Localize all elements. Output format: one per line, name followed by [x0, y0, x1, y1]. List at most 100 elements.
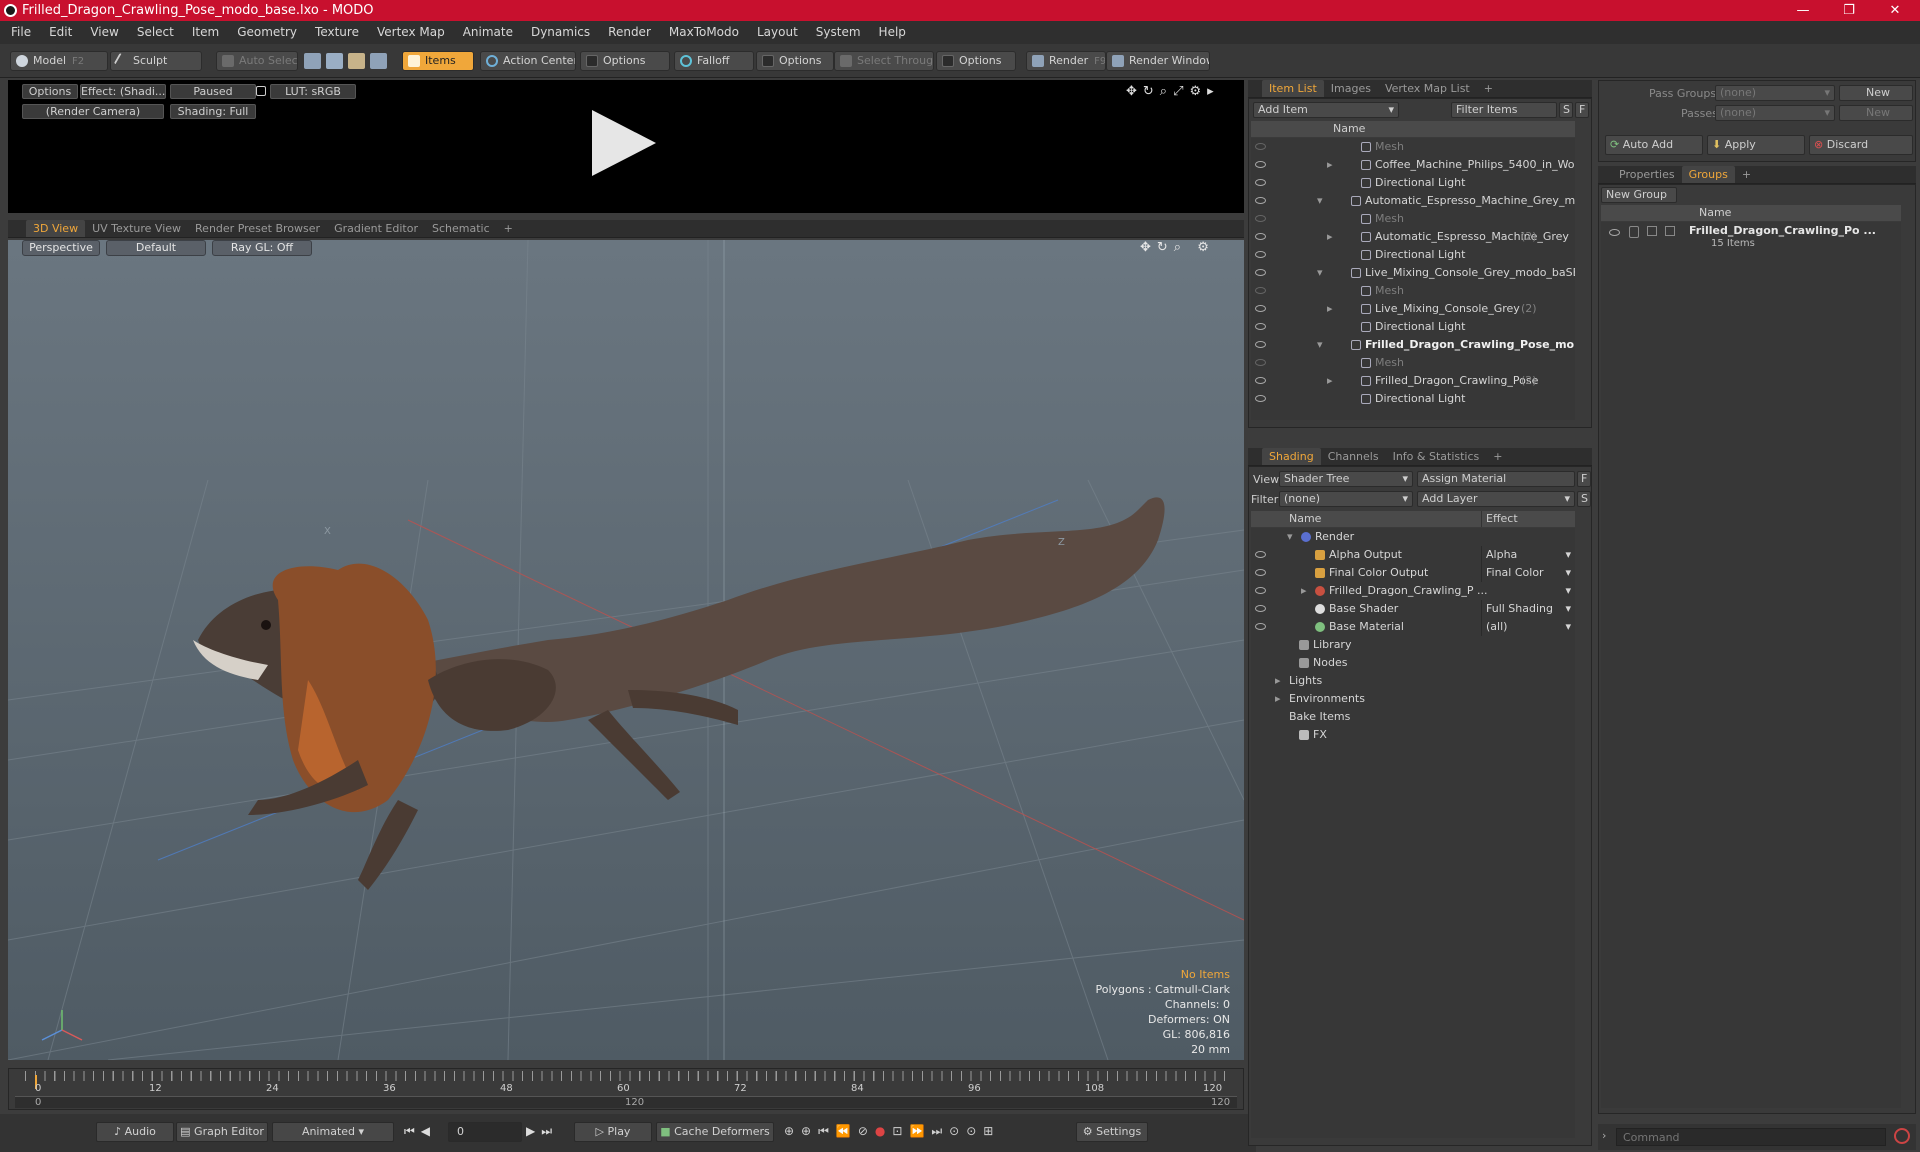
collapse-arrow-icon[interactable]: ▸ [1327, 156, 1333, 174]
expand-arrow-icon[interactable]: ▾ [1317, 264, 1323, 282]
tree-arrow-icon[interactable]: ▾ [1287, 528, 1293, 546]
tab-images[interactable]: Images [1324, 80, 1378, 97]
eye-icon[interactable] [1255, 341, 1266, 348]
material-select-icon[interactable] [370, 53, 387, 69]
pass-groups-dropdown[interactable]: (none) ▾ [1715, 85, 1835, 101]
item-list-row[interactable]: ▸ Automatic_Espresso_Machine_Grey (2) [1251, 228, 1575, 246]
eye-icon[interactable] [1255, 143, 1266, 150]
tab-uv-texture-view[interactable]: UV Texture View [85, 220, 188, 237]
eye-icon[interactable] [1255, 215, 1266, 222]
tab-item-list[interactable]: Item List [1262, 80, 1324, 97]
item-list-row[interactable]: Mesh [1251, 282, 1575, 300]
tree-arrow-icon[interactable]: ▸ [1275, 672, 1281, 690]
eye-icon[interactable] [1255, 395, 1266, 402]
command-input[interactable] [1616, 1128, 1886, 1146]
tab-vertex-map-list[interactable]: Vertex Map List [1378, 80, 1477, 97]
eye-icon[interactable] [1255, 305, 1266, 312]
play-button[interactable]: ▷ Play [574, 1122, 652, 1142]
auto-select-button[interactable]: Auto Select [216, 51, 298, 71]
viewport-nav-icons[interactable]: ✥↻⌕ ⚙ [1140, 240, 1215, 255]
add-tab-button[interactable]: + [1486, 448, 1509, 465]
menu-geometry[interactable]: Geometry [228, 21, 306, 44]
render-button[interactable]: Render F9 [1026, 51, 1106, 71]
shader-tree-row[interactable]: Base Shader Full Shading ▾ [1251, 600, 1575, 618]
timeline[interactable]: 0 12 24 36 48 60 72 84 96 108 120 0 120 … [8, 1068, 1244, 1110]
model-mode-button[interactable]: Model F2 [10, 51, 108, 71]
view-dropdown[interactable]: Shader Tree ▾ [1279, 471, 1413, 487]
sculpt-mode-button[interactable]: Sculpt [110, 51, 202, 71]
eye-icon[interactable] [1255, 251, 1266, 258]
shader-tree-row[interactable]: Nodes [1251, 654, 1575, 672]
cache-deformers-button[interactable]: ■ Cache Deformers [656, 1122, 774, 1142]
shader-tree-row[interactable]: Bake Items [1251, 708, 1575, 726]
add-tab-button[interactable]: + [497, 220, 520, 237]
menu-render[interactable]: Render [599, 21, 660, 44]
animated-dropdown[interactable]: Animated ▾ [272, 1122, 394, 1142]
paused-button[interactable]: Paused [170, 84, 256, 99]
item-list-row[interactable]: Mesh [1251, 210, 1575, 228]
apply-button[interactable]: ⬇ Apply [1707, 135, 1805, 155]
item-list-row[interactable]: Mesh [1251, 138, 1575, 156]
options-button-1[interactable]: Options [580, 51, 670, 71]
camera-dropdown[interactable]: (Render Camera) [22, 104, 164, 119]
eye-icon[interactable] [1255, 179, 1266, 186]
tree-arrow-icon[interactable]: ▸ [1301, 582, 1307, 600]
raygl-toggle[interactable]: Ray GL: Off [212, 240, 312, 256]
menu-file[interactable]: File [2, 21, 40, 44]
shader-tree-row[interactable]: Base Material (all) ▾ [1251, 618, 1575, 636]
item-list-row[interactable]: Directional Light [1251, 318, 1575, 336]
preview-options-button[interactable]: Options [22, 84, 78, 99]
menu-dynamics[interactable]: Dynamics [522, 21, 599, 44]
item-list-row[interactable]: Directional Light [1251, 390, 1575, 408]
eye-icon[interactable] [1255, 233, 1266, 240]
skip-forward-icons[interactable]: ▶⏭ [526, 1124, 558, 1139]
tab-groups[interactable]: Groups [1681, 166, 1735, 183]
shader-tree-row[interactable]: FX [1251, 726, 1575, 744]
eye-icon[interactable] [1255, 161, 1266, 168]
effect-dropdown[interactable]: (all) ▾ [1481, 618, 1575, 636]
menu-view[interactable]: View [81, 21, 127, 44]
preview-nav-icons[interactable]: ✥↻⌕⤢⚙▸ [1126, 84, 1220, 99]
menu-animate[interactable]: Animate [454, 21, 522, 44]
tree-arrow-icon[interactable]: ▸ [1275, 690, 1281, 708]
group-row[interactable]: Frilled_Dragon_Crawling_Po ... 15 Items [1601, 222, 1901, 252]
menu-edit[interactable]: Edit [40, 21, 81, 44]
shader-tree-row[interactable]: ▾ Render [1251, 528, 1575, 546]
select-through-button[interactable]: Select Through [834, 51, 934, 71]
items-mode-button[interactable]: Items [402, 51, 474, 71]
tab-properties[interactable]: Properties [1612, 166, 1682, 183]
name-column-header[interactable]: Name [1289, 511, 1321, 527]
effect-dropdown[interactable]: Full Shading ▾ [1481, 600, 1575, 618]
eye-icon[interactable] [1255, 323, 1266, 330]
f-button[interactable]: F [1577, 471, 1591, 487]
shading-dropdown[interactable]: Shading: Full [170, 104, 256, 119]
s-button[interactable]: S [1577, 491, 1591, 507]
falloff-button[interactable]: Falloff [674, 51, 754, 71]
shader-tree-row[interactable]: Alpha Output Alpha ▾ [1251, 546, 1575, 564]
menu-vertex-map[interactable]: Vertex Map [368, 21, 454, 44]
auto-add-button[interactable]: ⟳ Auto Add [1605, 135, 1703, 155]
tab-shading[interactable]: Shading [1262, 448, 1321, 465]
3d-viewport[interactable]: X Z [8, 240, 1244, 1060]
eye-icon[interactable] [1255, 569, 1266, 576]
record-icon[interactable]: ● [875, 1124, 892, 1138]
audio-button[interactable]: ♪ Audio [96, 1122, 174, 1142]
filter-dropdown[interactable]: (none) ▾ [1279, 491, 1413, 507]
effect-dropdown[interactable]: Final Color ▾ [1481, 564, 1575, 582]
render-checkbox[interactable] [1665, 226, 1675, 236]
shader-tree-row[interactable]: Final Color Output Final Color ▾ [1251, 564, 1575, 582]
passes-dropdown[interactable]: (none) ▾ [1715, 105, 1835, 121]
item-list-row[interactable]: ▸ Coffee_Machine_Philips_5400_in_Wor ... [1251, 156, 1575, 174]
tab-channels[interactable]: Channels [1321, 448, 1386, 465]
maximize-button[interactable]: ❐ [1826, 0, 1872, 21]
tab-schematic[interactable]: Schematic [425, 220, 497, 237]
effect-dropdown[interactable]: Alpha ▾ [1481, 546, 1575, 564]
collapse-arrow-icon[interactable]: ▸ [1327, 300, 1333, 318]
options-button-2[interactable]: Options [756, 51, 834, 71]
effect-column-header[interactable]: Effect [1481, 511, 1518, 527]
add-item-dropdown[interactable]: Add Item ▾ [1253, 102, 1399, 118]
range-bar[interactable]: 0 120 120 [15, 1096, 1237, 1108]
new-pass-group-button[interactable]: New [1839, 85, 1913, 101]
new-group-button[interactable]: New Group [1601, 187, 1677, 203]
tab-3d-view[interactable]: 3D View [26, 220, 86, 237]
